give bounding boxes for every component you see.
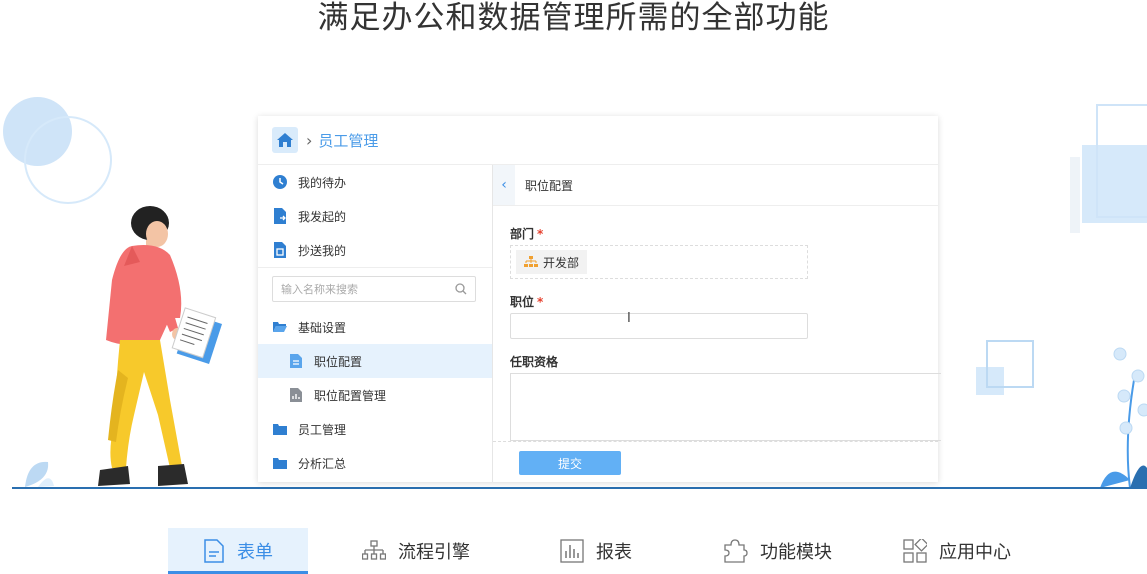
doc-send-icon xyxy=(272,208,288,224)
form-footer-divider xyxy=(493,441,938,442)
file-icon xyxy=(288,353,304,369)
tab-report[interactable]: 报表 xyxy=(560,528,632,574)
sidebar-item-todo[interactable]: 我的待办 xyxy=(258,165,492,199)
sidebar-item-label: 职位配置 xyxy=(314,354,363,369)
sidebar-item-basic-settings[interactable]: 基础设置 xyxy=(258,310,492,344)
required-mark: * xyxy=(537,227,544,241)
breadcrumb: › 员工管理 xyxy=(258,116,938,165)
clock-icon xyxy=(272,174,288,190)
sidebar-item-cc[interactable]: 抄送我的 xyxy=(258,233,492,267)
folder-icon xyxy=(272,421,288,437)
sidebar-divider xyxy=(258,267,492,268)
sidebar-item-label: 我发起的 xyxy=(298,209,347,224)
decorative-ring xyxy=(24,116,112,204)
decorative-shadow xyxy=(1070,157,1080,233)
sidebar-item-label: 职位配置管理 xyxy=(314,388,387,403)
qualification-textarea[interactable] xyxy=(510,373,941,441)
text-cursor-icon: I xyxy=(627,311,631,326)
doc-copy-icon xyxy=(272,242,288,258)
feature-tabs: 表单 流程引擎 报表 功能模块 应用中心 xyxy=(0,528,1147,574)
sidebar-item-employee-manage[interactable]: 员工管理 xyxy=(258,412,492,446)
folder-open-icon xyxy=(272,319,288,335)
dept-value: 开发部 xyxy=(543,255,580,270)
flow-icon xyxy=(362,540,386,562)
tab-form[interactable]: 表单 xyxy=(168,528,308,574)
report-icon xyxy=(560,539,584,563)
tab-label: 应用中心 xyxy=(939,542,1011,563)
chevron-right-icon: › xyxy=(306,130,313,150)
sidebar-item-position-config[interactable]: 职位配置 xyxy=(258,344,492,378)
search-placeholder: 输入名称来搜索 xyxy=(281,283,358,296)
submit-button[interactable]: 提交 xyxy=(519,451,621,475)
tab-label: 功能模块 xyxy=(760,542,832,563)
required-mark: * xyxy=(537,295,544,309)
person-illustration xyxy=(25,206,223,487)
position-label-text: 职位 xyxy=(510,295,535,309)
search-icon xyxy=(455,283,467,295)
form-icon xyxy=(203,539,225,563)
sidebar-item-label: 基础设置 xyxy=(298,320,347,335)
dept-label-text: 部门 xyxy=(510,227,535,241)
qualification-label: 任职资格 xyxy=(510,355,559,369)
org-chart-icon xyxy=(524,256,538,267)
form-panel: ‹ 职位配置 部门 * 开发部 职位 * I 任职资格 提交 xyxy=(493,165,941,482)
app-window: › 员工管理 我的待办 我发起的 抄送我的 输入名称来搜索 基础设置 职位配置 … xyxy=(258,116,941,482)
sidebar-item-analysis[interactable]: 分析汇总 xyxy=(258,446,492,480)
sidebar-item-label: 分析汇总 xyxy=(298,456,347,471)
tab-modules[interactable]: 功能模块 xyxy=(722,528,832,574)
tab-flow-engine[interactable]: 流程引擎 xyxy=(362,528,470,574)
sidebar: 我的待办 我发起的 抄送我的 输入名称来搜索 基础设置 职位配置 职位配置管理 … xyxy=(258,165,493,482)
search-input[interactable]: 输入名称来搜索 xyxy=(272,276,476,302)
breadcrumb-current[interactable]: 员工管理 xyxy=(318,130,378,151)
tab-app-center[interactable]: 应用中心 xyxy=(903,528,1011,574)
sidebar-item-position-config-manage[interactable]: 职位配置管理 xyxy=(258,378,492,412)
dept-chip[interactable]: 开发部 xyxy=(516,250,588,274)
ground-line xyxy=(12,487,1147,489)
home-icon xyxy=(277,133,293,147)
dept-label: 部门 * xyxy=(510,225,543,242)
plant-illustration xyxy=(1100,347,1147,489)
position-input[interactable] xyxy=(510,313,808,339)
tab-label: 流程引擎 xyxy=(398,542,470,563)
page-title: 满足办公和数据管理所需的全部功能 xyxy=(317,0,830,36)
puzzle-icon xyxy=(722,539,748,563)
folder-icon xyxy=(272,455,288,471)
file-chart-icon xyxy=(288,387,304,403)
home-button[interactable] xyxy=(272,127,298,153)
sidebar-item-label: 抄送我的 xyxy=(298,243,347,258)
chevron-left-icon: ‹ xyxy=(501,177,507,193)
apps-icon xyxy=(903,539,927,563)
sidebar-item-initiated[interactable]: 我发起的 xyxy=(258,199,492,233)
back-button[interactable]: ‹ xyxy=(493,165,515,205)
sidebar-item-label: 我的待办 xyxy=(298,175,347,190)
decorative-square-outline-small xyxy=(986,340,1034,388)
dept-select[interactable]: 开发部 xyxy=(510,245,808,279)
form-title: 职位配置 xyxy=(525,178,574,193)
sidebar-item-label: 员工管理 xyxy=(298,422,347,437)
form-header: ‹ 职位配置 xyxy=(493,165,938,206)
position-label: 职位 * xyxy=(510,293,543,310)
tab-label: 表单 xyxy=(237,542,273,563)
decorative-square-outline xyxy=(1096,104,1147,218)
tab-label: 报表 xyxy=(596,542,632,563)
